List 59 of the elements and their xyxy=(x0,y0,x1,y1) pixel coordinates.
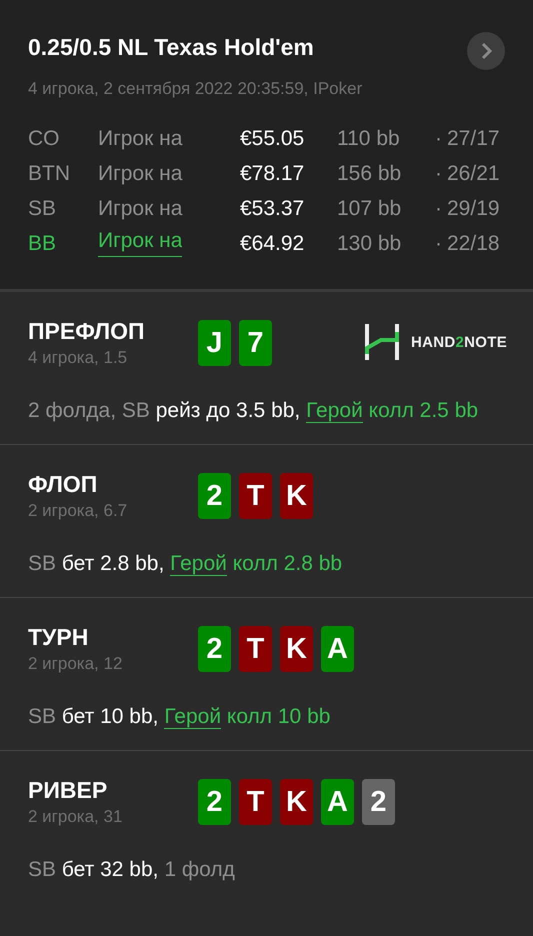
stack-amount: €64.92 xyxy=(240,231,306,257)
card: K xyxy=(280,473,313,519)
next-button[interactable] xyxy=(467,32,505,70)
action-line: SB бет 32 bb, 1 фолд xyxy=(28,857,236,883)
card: T xyxy=(239,626,272,672)
game-title: 0.25/0.5 NL Texas Hold'em xyxy=(28,34,314,61)
hero-link[interactable]: Герой xyxy=(306,399,363,423)
street-info: 2 игрока, 31 xyxy=(28,807,124,827)
player-stats: 26/21 xyxy=(447,161,501,187)
separator-dot: · xyxy=(434,161,443,187)
player-stats: 27/17 xyxy=(447,126,501,152)
seat-position: BB xyxy=(28,231,58,257)
action-line: SB бет 2.8 bb, Герой колл 2.8 bb xyxy=(28,551,344,578)
street-info: 4 игрока, 1.5 xyxy=(28,348,128,368)
stack-amount: €55.05 xyxy=(240,126,306,152)
separator-dot: · xyxy=(434,126,443,152)
card: 2 xyxy=(362,779,395,825)
seat-position: CO xyxy=(28,126,60,152)
street-info: 2 игрока, 12 xyxy=(28,654,124,674)
card: K xyxy=(280,626,313,672)
card: J xyxy=(198,320,231,366)
player-stats: 29/19 xyxy=(447,196,501,222)
card: T xyxy=(239,473,272,519)
chevron-right-icon xyxy=(480,42,492,60)
separator-dot: · xyxy=(434,231,443,257)
street-title: ТУРН xyxy=(28,623,90,652)
logo-text: HAND2NOTE xyxy=(410,334,507,350)
street-title: ПРЕФЛОП xyxy=(28,317,146,346)
street-info: 2 игрока, 6.7 xyxy=(28,501,128,521)
card: 2 xyxy=(198,779,231,825)
stack-amount: €53.37 xyxy=(240,196,306,222)
player-name: Игрок на xyxy=(98,196,184,222)
seat-position: BTN xyxy=(28,161,71,187)
seat-position: SB xyxy=(28,196,58,222)
hand-info: 4 игрока, 2 сентября 2022 20:35:59, IPoker xyxy=(28,79,364,99)
card: T xyxy=(239,779,272,825)
stack-bb: 107 bb xyxy=(337,196,402,222)
player-stats: 22/18 xyxy=(447,231,501,257)
card: 2 xyxy=(198,626,231,672)
hero-link[interactable]: Герой xyxy=(164,705,222,729)
stack-bb: 156 bb xyxy=(337,161,402,187)
card: A xyxy=(321,779,354,825)
logo-icon xyxy=(364,324,399,360)
separator-dot: · xyxy=(434,196,443,222)
player-name: Игрок на xyxy=(98,161,184,187)
player-name-link[interactable]: Игрок на xyxy=(98,226,182,257)
card: 7 xyxy=(239,320,272,366)
action-line: 2 фолда, SB рейз до 3.5 bb, Герой колл 2.5 bb xyxy=(28,398,480,425)
card: K xyxy=(280,779,313,825)
stack-bb: 130 bb xyxy=(337,231,402,257)
stack-amount: €78.17 xyxy=(240,161,306,187)
player-name: Игрок на xyxy=(98,126,184,152)
street-title: РИВЕР xyxy=(28,776,108,805)
stack-bb: 110 bb xyxy=(337,126,401,152)
action-line: SB бет 10 bb, Герой колл 10 bb xyxy=(28,704,332,731)
hero-link[interactable]: Герой xyxy=(170,552,227,576)
card: 2 xyxy=(198,473,231,519)
street-title: ФЛОП xyxy=(28,470,98,499)
card: A xyxy=(321,626,354,672)
